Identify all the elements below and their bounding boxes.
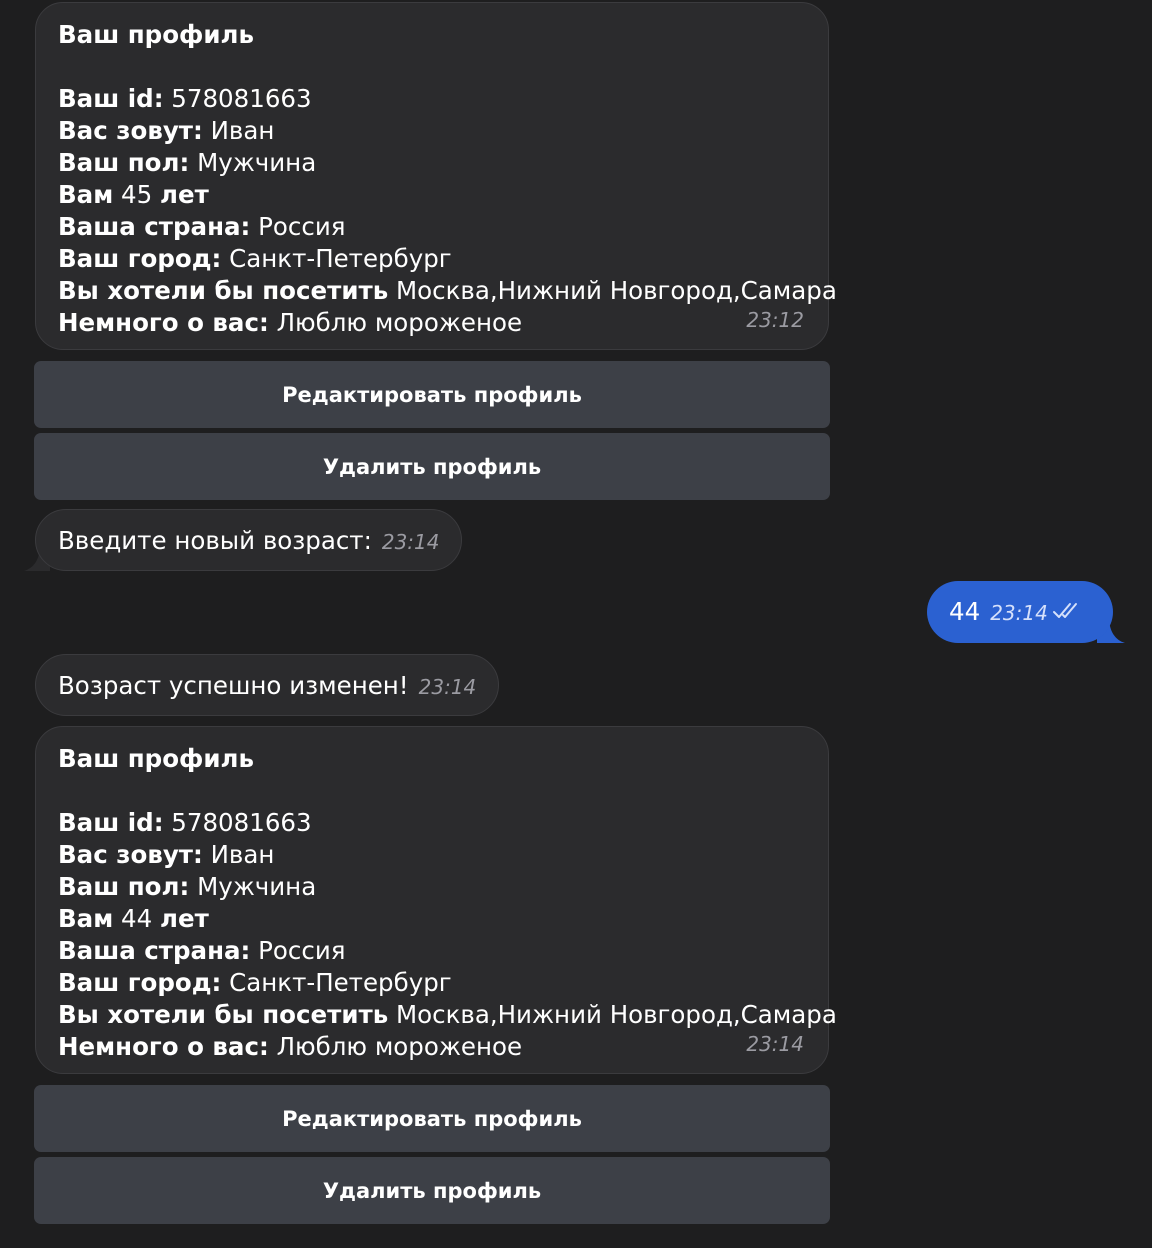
profile-about-label: Немного о вас:	[58, 1032, 269, 1061]
profile-title: Ваш профиль	[58, 20, 254, 49]
profile-gender-row: Ваш пол: Мужчина	[58, 871, 806, 903]
profile-city-value: Санкт-Петербург	[229, 244, 452, 273]
profile-age-value: 45	[121, 180, 153, 209]
message-timestamp: 23:12	[746, 308, 804, 332]
delete-profile-button[interactable]: Удалить профиль	[34, 1157, 830, 1224]
profile-gender-label: Ваш пол:	[58, 872, 190, 901]
message-timestamp: 23:14	[746, 1032, 804, 1056]
profile-message: Ваш профиль Ваш id: 578081663 Вас зовут:…	[35, 2, 837, 350]
profile-id-row: Ваш id: 578081663	[58, 83, 806, 115]
message-text: Возраст успешно изменен!	[58, 671, 409, 700]
edit-profile-button[interactable]: Редактировать профиль	[34, 1085, 830, 1152]
profile-about-value: Люблю мороженое	[276, 1032, 523, 1061]
profile-gender-label: Ваш пол:	[58, 148, 190, 177]
profile-country-row: Ваша страна: Россия	[58, 935, 806, 967]
profile-visit-row: Вы хотели бы посетить Москва,Нижний Новг…	[58, 999, 837, 1031]
double-check-icon	[1052, 603, 1077, 618]
profile-age-prefix: Вам	[58, 180, 114, 209]
profile-name-label: Вас зовут:	[58, 840, 203, 869]
profile-visit-value: Москва,Нижний Новгород,Самара	[396, 276, 837, 305]
profile-visit-row: Вы хотели бы посетить Москва,Нижний Новг…	[58, 275, 837, 307]
profile-age-prefix: Вам	[58, 904, 114, 933]
profile-id-value: 578081663	[171, 84, 312, 113]
profile-title: Ваш профиль	[58, 744, 254, 773]
outgoing-message: 44 23:14	[927, 581, 1113, 643]
profile-age-value: 44	[121, 904, 153, 933]
profile-visit-label: Вы хотели бы посетить	[58, 276, 389, 305]
profile-id-label: Ваш id:	[58, 808, 164, 837]
profile-age-row: Вам 44 лет	[58, 903, 806, 935]
profile-city-row: Ваш город: Санкт-Петербург	[58, 967, 806, 999]
message-timestamp: 23:14	[381, 530, 440, 554]
profile-gender-value: Мужчина	[197, 148, 317, 177]
profile-country-label: Ваша страна:	[58, 212, 251, 241]
profile-about-label: Немного о вас:	[58, 308, 269, 337]
profile-name-row: Вас зовут: Иван	[58, 115, 806, 147]
profile-name-label: Вас зовут:	[58, 116, 203, 145]
profile-gender-value: Мужчина	[197, 872, 317, 901]
profile-city-row: Ваш город: Санкт-Петербург	[58, 243, 806, 275]
profile-id-label: Ваш id:	[58, 84, 164, 113]
profile-id-value: 578081663	[171, 808, 312, 837]
profile-about-value: Люблю мороженое	[276, 308, 523, 337]
success-message: Возраст успешно изменен! 23:14	[35, 654, 500, 716]
profile-name-row: Вас зовут: Иван	[58, 839, 806, 871]
profile-age-suffix: лет	[160, 180, 209, 209]
message-text: 44	[949, 597, 981, 626]
profile-about-row: Немного о вас: Люблю мороженое	[58, 1031, 806, 1063]
profile-country-label: Ваша страна:	[58, 936, 251, 965]
chat-history: Ваш профиль Ваш id: 578081663 Вас зовут:…	[0, 0, 1152, 1248]
profile-city-label: Ваш город:	[58, 244, 222, 273]
profile-about-row: Немного о вас: Люблю мороженое	[58, 307, 806, 339]
edit-profile-button[interactable]: Редактировать профиль	[34, 361, 830, 428]
delete-profile-button[interactable]: Удалить профиль	[34, 433, 830, 500]
message-text: Введите новый возраст:	[58, 526, 372, 555]
profile-gender-row: Ваш пол: Мужчина	[58, 147, 806, 179]
profile-city-label: Ваш город:	[58, 968, 222, 997]
profile-visit-label: Вы хотели бы посетить	[58, 1000, 389, 1029]
message-timestamp: 23:14	[418, 675, 477, 699]
profile-id-row: Ваш id: 578081663	[58, 807, 806, 839]
message-timestamp: 23:14	[990, 601, 1048, 625]
profile-age-row: Вам 45 лет	[58, 179, 806, 211]
prompt-message: Введите новый возраст: 23:14	[35, 509, 463, 571]
profile-name-value: Иван	[210, 116, 275, 145]
profile-message: Ваш профиль Ваш id: 578081663 Вас зовут:…	[35, 726, 837, 1074]
profile-city-value: Санкт-Петербург	[229, 968, 452, 997]
profile-age-suffix: лет	[160, 904, 209, 933]
profile-visit-value: Москва,Нижний Новгород,Самара	[396, 1000, 837, 1029]
profile-name-value: Иван	[210, 840, 275, 869]
profile-country-value: Россия	[258, 936, 346, 965]
profile-country-row: Ваша страна: Россия	[58, 211, 806, 243]
profile-country-value: Россия	[258, 212, 346, 241]
